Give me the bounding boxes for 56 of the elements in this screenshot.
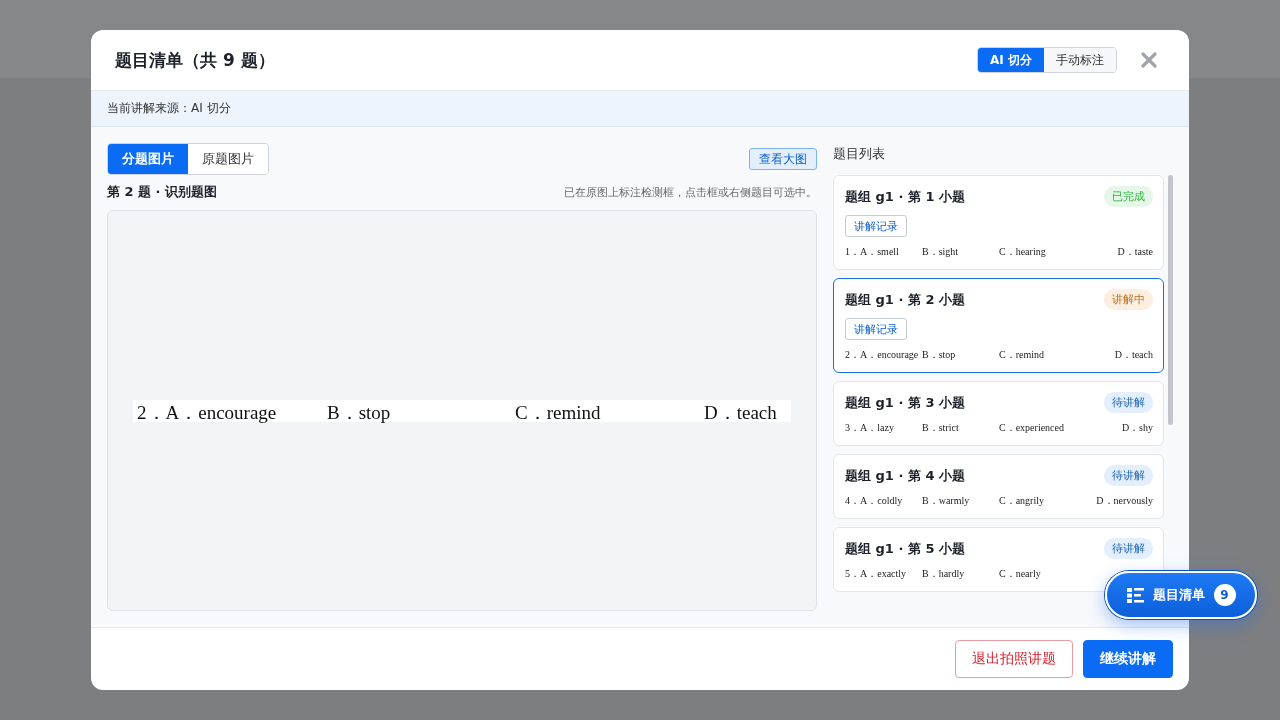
preview-heading: 第 2 题 · 识别题图 xyxy=(107,183,218,201)
option-text: C．hearing xyxy=(999,245,1047,259)
image-tab[interactable]: 原题图片 xyxy=(188,144,268,174)
option-text: 2．A．encourage xyxy=(136,400,278,425)
option-text: 3．A．lazy xyxy=(845,421,895,435)
option-text: 1．A．smell xyxy=(845,245,900,259)
source-text: 当前讲解来源：AI 切分 xyxy=(107,100,231,117)
card-title: 题组 g1 · 第 1 小题 xyxy=(845,187,965,206)
view-large-button[interactable]: 查看大图 xyxy=(749,148,817,170)
option-text: D．nervously xyxy=(1095,494,1153,508)
option-text: D．teach xyxy=(703,400,778,425)
list-heading: 题目列表 xyxy=(833,145,886,163)
option-text: C．nearly xyxy=(999,567,1042,581)
option-text: D．taste xyxy=(1116,245,1153,259)
question-card[interactable]: 题组 g1 · 第 1 小题 已完成 讲解记录 1．A．smell B．sight C．hearing D．taste xyxy=(833,175,1164,270)
mode-tab[interactable]: 手动标注 xyxy=(1044,48,1116,72)
continue-button[interactable]: 继续讲解 xyxy=(1083,640,1173,678)
count-badge: 9 xyxy=(1213,584,1236,606)
list-icon xyxy=(1126,587,1144,603)
status-badge: 待讲解 xyxy=(1104,465,1153,486)
option-text: 5．A．exactly xyxy=(845,567,908,581)
option-text: B．hardly xyxy=(922,567,966,581)
record-button[interactable]: 讲解记录 xyxy=(845,318,907,340)
card-title: 题组 g1 · 第 2 小题 xyxy=(845,290,965,309)
card-title: 题组 g1 · 第 5 小题 xyxy=(845,539,965,558)
option-text: B．strict xyxy=(922,421,960,435)
mode-tab[interactable]: AI 切分 xyxy=(978,48,1044,72)
status-badge: 讲解中 xyxy=(1104,289,1153,310)
option-text: C．remind xyxy=(999,348,1045,362)
exit-button[interactable]: 退出拍照讲题 xyxy=(955,640,1073,678)
question-card[interactable]: 题组 g1 · 第 2 小题 讲解中 讲解记录 2．A．encourage B．stop C．remind D．teach xyxy=(833,278,1164,373)
option-text: C．experienced xyxy=(999,421,1065,435)
hint-text: 已在原图上标注检测框，点击框或右侧题目可选中。 xyxy=(564,184,817,200)
dialog-title: 题目清单（共 9 题） xyxy=(115,48,276,72)
question-card[interactable]: 题组 g1 · 第 4 小题 待讲解 4．A．coldly B．warmly C．angrily D．nervously xyxy=(833,454,1164,519)
option-text: C．angrily xyxy=(999,494,1045,508)
option-text: B．stop xyxy=(326,400,392,425)
option-text: C．remind xyxy=(514,400,602,425)
option-text: B．stop xyxy=(922,348,957,362)
option-text: D．teach xyxy=(1113,348,1153,362)
status-badge: 待讲解 xyxy=(1104,538,1153,559)
status-badge: 待讲解 xyxy=(1104,392,1153,413)
status-badge: 已完成 xyxy=(1104,186,1153,207)
card-title: 题组 g1 · 第 4 小题 xyxy=(845,466,965,485)
scrollbar[interactable] xyxy=(1168,175,1173,425)
close-icon[interactable] xyxy=(1141,52,1157,68)
option-text: 2．A．encourage xyxy=(845,348,920,362)
option-text: 4．A．coldly xyxy=(845,494,904,508)
record-button[interactable]: 讲解记录 xyxy=(845,215,907,237)
card-title: 题组 g1 · 第 3 小题 xyxy=(845,393,965,412)
question-card[interactable]: 题组 g1 · 第 3 小题 待讲解 3．A．lazy B．strict C．experienced D．shy xyxy=(833,381,1164,446)
question-list-button[interactable]: 题目清单 9 xyxy=(1105,571,1257,619)
image-tab[interactable]: 分题图片 xyxy=(108,144,188,174)
option-text: D．shy xyxy=(1120,421,1153,435)
option-text: B．warmly xyxy=(922,494,971,508)
option-text: B．sight xyxy=(922,245,960,259)
